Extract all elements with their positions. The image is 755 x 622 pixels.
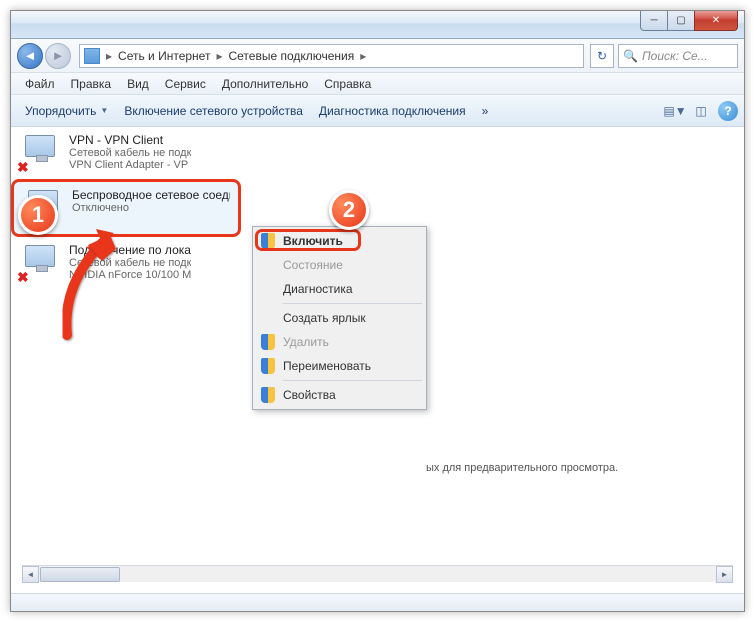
horizontal-scrollbar[interactable]: ◄ ►: [22, 565, 733, 582]
view-options-button[interactable]: ▤▼: [664, 100, 686, 122]
menu-edit[interactable]: Правка: [63, 74, 120, 94]
annotation-badge-2: 2: [329, 190, 369, 230]
help-button[interactable]: ?: [718, 101, 738, 121]
search-input[interactable]: 🔍 Поиск: Се...: [618, 44, 738, 68]
title-bar: ─ ▢ ✕: [11, 11, 744, 39]
breadcrumb-item[interactable]: Сетевые подключения: [224, 47, 358, 65]
error-x-icon: ✖: [17, 269, 33, 285]
scroll-thumb[interactable]: [40, 567, 120, 582]
maximize-button[interactable]: ▢: [667, 11, 695, 31]
menu-file[interactable]: Файл: [17, 74, 63, 94]
menu-advanced[interactable]: Дополнительно: [214, 74, 316, 94]
diagnose-button[interactable]: Диагностика подключения: [311, 100, 474, 122]
minimize-button[interactable]: ─: [640, 11, 668, 31]
organize-button[interactable]: Упорядочить▼: [17, 100, 116, 122]
toolbar-more-button[interactable]: »: [474, 100, 497, 122]
location-icon: [84, 48, 100, 64]
enable-device-button[interactable]: Включение сетевого устройства: [116, 100, 311, 122]
close-button[interactable]: ✕: [694, 11, 738, 31]
toolbar: Упорядочить▼ Включение сетевого устройст…: [11, 95, 744, 127]
ctx-rename[interactable]: Переименовать: [255, 354, 424, 378]
ctx-delete: Удалить: [255, 330, 424, 354]
breadcrumb-item[interactable]: Сеть и Интернет: [114, 47, 214, 65]
refresh-button[interactable]: ↻: [590, 44, 614, 68]
connection-device: VPN Client Adapter - VP: [69, 159, 191, 171]
crumb-sep-icon: ▸: [358, 49, 368, 63]
search-placeholder: Поиск: Се...: [642, 49, 708, 63]
chevron-down-icon: ▼: [100, 106, 108, 115]
forward-button[interactable]: ►: [45, 43, 71, 69]
connection-title: VPN - VPN Client: [69, 133, 191, 147]
scroll-right-button[interactable]: ►: [716, 566, 733, 583]
separator: [283, 380, 422, 381]
ctx-create-shortcut[interactable]: Создать ярлык: [255, 306, 424, 330]
status-bar: [11, 593, 744, 611]
search-icon: 🔍: [623, 49, 638, 63]
shield-icon: [261, 387, 275, 403]
scroll-left-button[interactable]: ◄: [22, 566, 39, 583]
connection-item-vpn[interactable]: ✖ VPN - VPN Client Сетевой кабель не под…: [11, 127, 241, 179]
crumb-sep-icon: ▸: [104, 49, 114, 63]
annotation-badge-1: 1: [18, 195, 58, 235]
ctx-diagnostics[interactable]: Диагностика: [255, 277, 424, 301]
ctx-properties[interactable]: Свойства: [255, 383, 424, 407]
menu-bar: Файл Правка Вид Сервис Дополнительно Спр…: [11, 73, 744, 95]
menu-help[interactable]: Справка: [316, 74, 379, 94]
annotation-arrow-icon: [52, 225, 132, 345]
ctx-status: Состояние: [255, 253, 424, 277]
nav-bar: ◄ ► ▸ Сеть и Интернет ▸ Сетевые подключе…: [11, 39, 744, 73]
menu-tools[interactable]: Сервис: [157, 74, 214, 94]
connection-title: Беспроводное сетевое соединение: [72, 188, 230, 202]
address-bar[interactable]: ▸ Сеть и Интернет ▸ Сетевые подключения …: [79, 44, 584, 68]
shield-icon: [261, 358, 275, 374]
crumb-sep-icon: ▸: [214, 49, 224, 63]
preview-pane-button[interactable]: ◫: [690, 100, 712, 122]
back-button[interactable]: ◄: [17, 43, 43, 69]
ctx-enable[interactable]: Включить: [255, 229, 424, 253]
menu-view[interactable]: Вид: [119, 74, 157, 94]
connection-status: Сетевой кабель не подк: [69, 147, 191, 159]
connection-status: Отключено: [72, 202, 230, 214]
error-x-icon: ✖: [17, 159, 33, 175]
context-menu: Включить Состояние Диагностика Создать я…: [252, 226, 427, 410]
network-adapter-icon: ✖: [19, 133, 63, 173]
preview-text: ых для предварительного просмотра.: [426, 462, 618, 474]
shield-icon: [261, 233, 275, 249]
shield-icon: [261, 334, 275, 350]
separator: [283, 303, 422, 304]
